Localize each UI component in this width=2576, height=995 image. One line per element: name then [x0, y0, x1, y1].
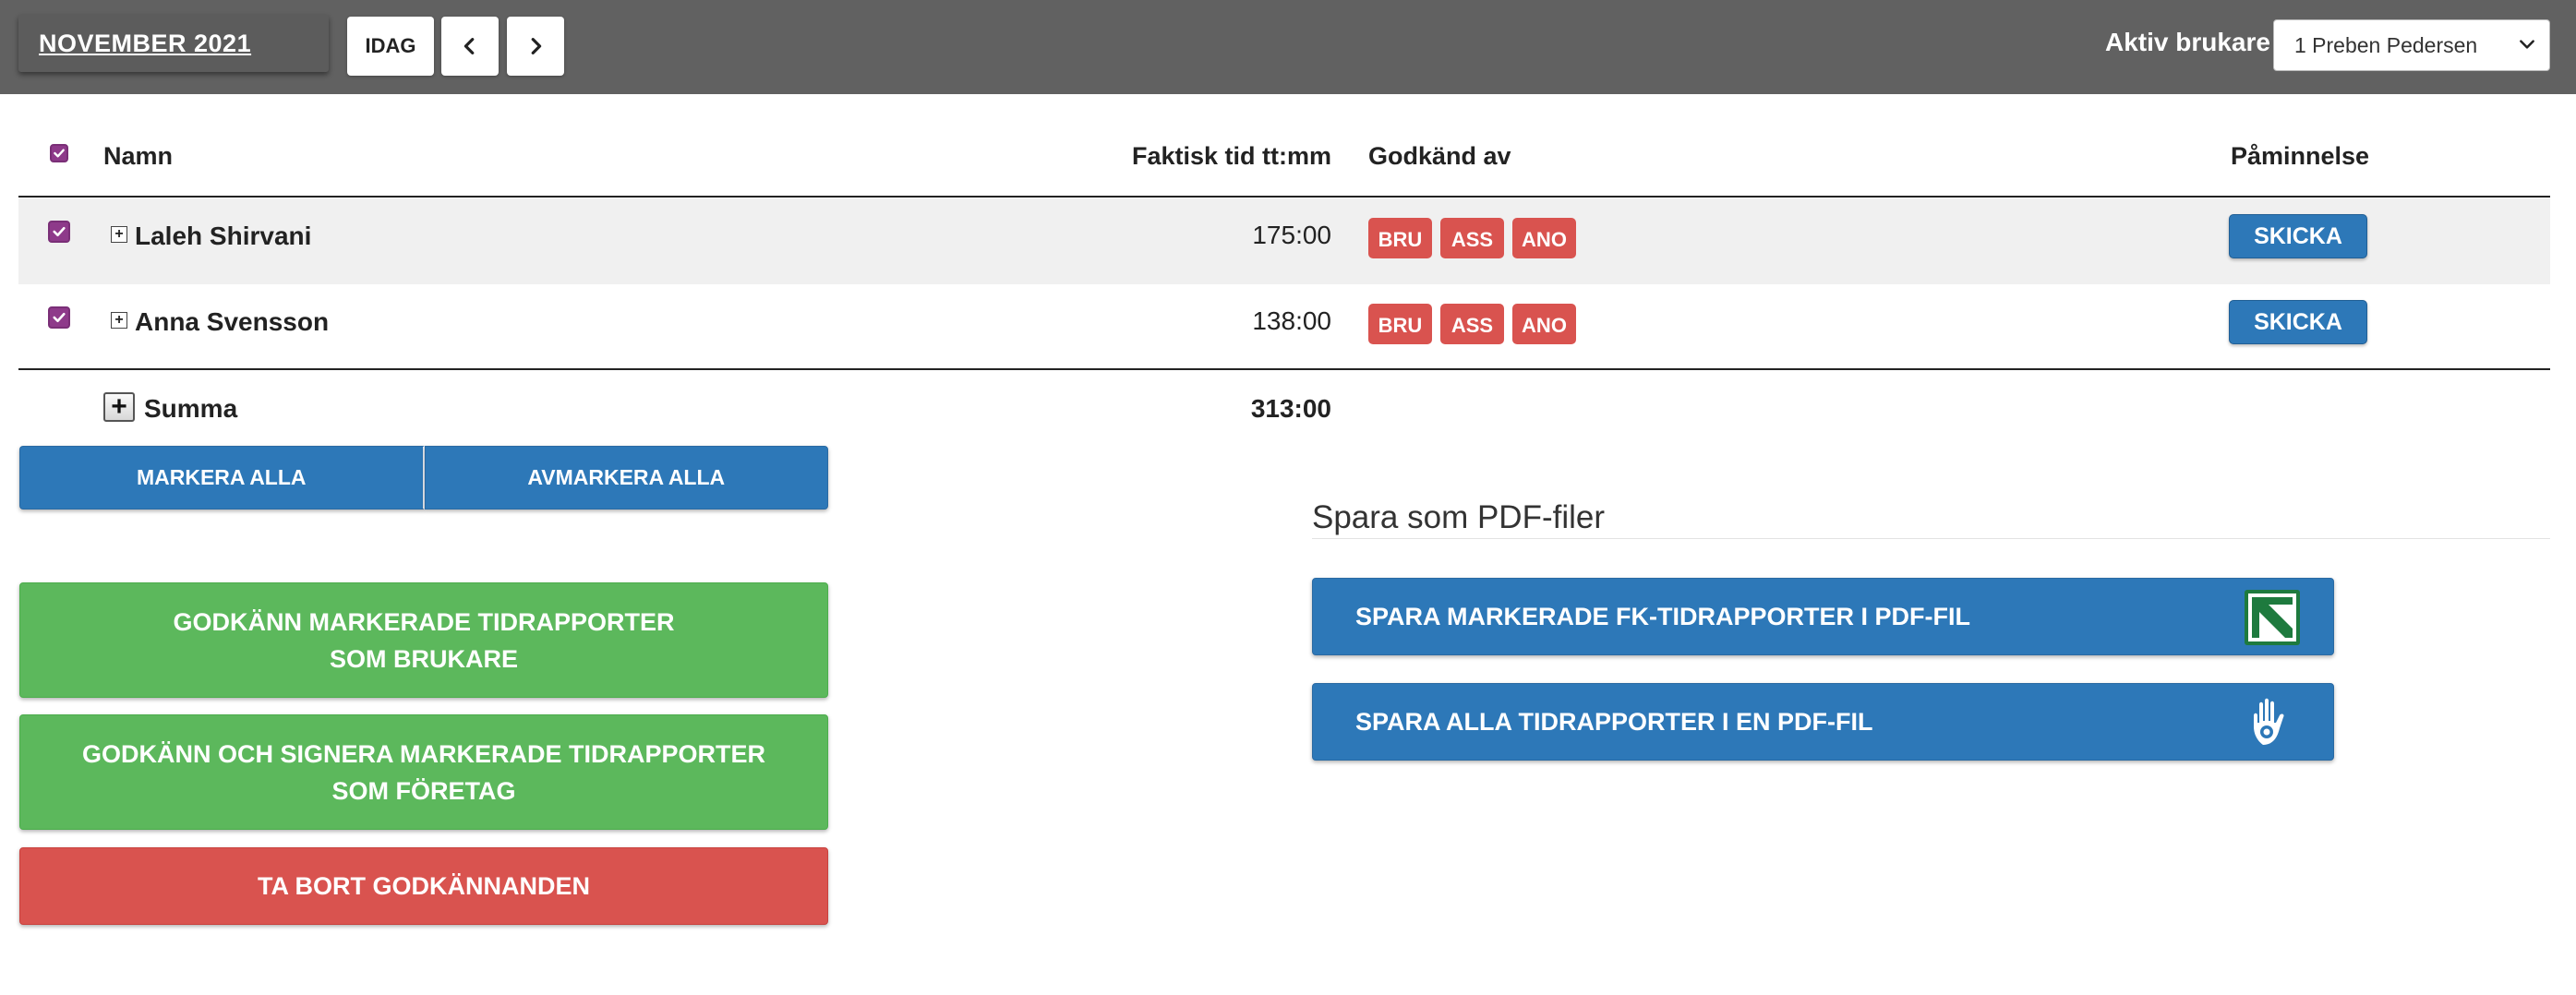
checkmark-icon [53, 226, 66, 237]
select-all-checkbox[interactable] [50, 144, 68, 162]
send-reminder-button[interactable]: SKICKA [2229, 214, 2367, 258]
today-button[interactable]: IDAG [347, 17, 434, 76]
active-user-label: Aktiv brukare [2105, 28, 2270, 56]
approval-badge-ass: ASS [1440, 304, 1504, 344]
unmark-all-button[interactable]: AVMARKERA ALLA [424, 446, 828, 509]
approval-badges: BRU ASS ANO [1368, 218, 1576, 258]
total-row: + Summa 313:00 [18, 372, 2550, 446]
row-checkbox[interactable] [48, 306, 70, 329]
table-row: + Anna Svensson 138:00 BRU ASS ANO SKICK… [18, 284, 2550, 370]
expand-total-icon[interactable]: + [103, 392, 135, 422]
button-line: SOM BRUKARE [329, 644, 518, 673]
approval-badge-bru: BRU [1368, 218, 1432, 258]
top-bar: NOVEMBER 2021 IDAG Aktiv brukare 1 Prebe… [0, 0, 2576, 94]
previous-month-button[interactable] [441, 17, 499, 76]
checkmark-icon [54, 149, 65, 158]
chevron-down-icon [2520, 40, 2534, 49]
button-label: SPARA ALLA TIDRAPPORTER I EN PDF-FIL [1355, 707, 1873, 736]
divider [1312, 538, 2550, 539]
expand-row-icon[interactable]: + [111, 312, 127, 329]
checkmark-icon [53, 312, 66, 323]
button-label: SPARA MARKERADE FK-TIDRAPPORTER I PDF-FI… [1355, 602, 1970, 630]
table-header: Namn Faktisk tid tt:mm Godkänd av Påminn… [18, 129, 2550, 198]
chevron-left-icon [463, 38, 475, 54]
hand-eye-icon [2254, 698, 2284, 745]
column-header-approved-by: Godkänd av [1368, 142, 1511, 170]
approval-badge-bru: BRU [1368, 304, 1432, 344]
fk-logo-icon [2245, 590, 2300, 645]
active-user-select[interactable]: 1 Preben Pedersen [2273, 19, 2550, 71]
chevron-right-icon [531, 38, 542, 54]
mark-button-group: MARKERA ALLA AVMARKERA ALLA [19, 446, 828, 509]
approve-as-user-button[interactable]: GODKÄNN MARKERADE TIDRAPPORTER SOM BRUKA… [19, 582, 828, 698]
button-line: GODKÄNN OCH SIGNERA MARKERADE TIDRAPPORT… [81, 739, 766, 768]
pdf-section-title: Spara som PDF-filer [1312, 499, 1606, 535]
approval-badge-ano: ANO [1512, 218, 1576, 258]
mark-all-button[interactable]: MARKERA ALLA [19, 446, 425, 509]
approval-badge-ass: ASS [1440, 218, 1504, 258]
send-reminder-button[interactable]: SKICKA [2229, 300, 2367, 344]
next-month-button[interactable] [507, 17, 564, 76]
approve-and-sign-as-company-button[interactable]: GODKÄNN OCH SIGNERA MARKERADE TIDRAPPORT… [19, 714, 828, 830]
row-time: 175:00 [1252, 221, 1331, 249]
total-label: Summa [144, 394, 238, 423]
column-header-reminder: Påminnelse [2231, 142, 2370, 170]
column-header-name: Namn [103, 142, 174, 170]
save-marked-fk-pdf-button[interactable]: SPARA MARKERADE FK-TIDRAPPORTER I PDF-FI… [1312, 578, 2334, 655]
button-line: GODKÄNN MARKERADE TIDRAPPORTER [173, 607, 675, 636]
row-name: Laleh Shirvani [135, 222, 312, 250]
remove-approvals-button[interactable]: TA BORT GODKÄNNANDEN [19, 847, 828, 925]
row-name: Anna Svensson [135, 307, 330, 336]
row-time: 138:00 [1252, 306, 1331, 335]
save-all-pdf-button[interactable]: SPARA ALLA TIDRAPPORTER I EN PDF-FIL [1312, 683, 2334, 761]
table-row: + Laleh Shirvani 175:00 BRU ASS ANO SKIC… [18, 198, 2550, 284]
active-user-value: 1 Preben Pedersen [2294, 32, 2478, 57]
total-value: 313:00 [1250, 394, 1331, 423]
approval-badge-ano: ANO [1512, 304, 1576, 344]
approval-badges: BRU ASS ANO [1368, 304, 1576, 344]
button-line: SOM FÖRETAG [331, 776, 516, 805]
expand-row-icon[interactable]: + [111, 226, 127, 243]
column-header-time: Faktisk tid tt:mm [1131, 142, 1331, 170]
row-checkbox[interactable] [48, 221, 70, 243]
month-picker-button[interactable]: NOVEMBER 2021 [18, 15, 329, 72]
